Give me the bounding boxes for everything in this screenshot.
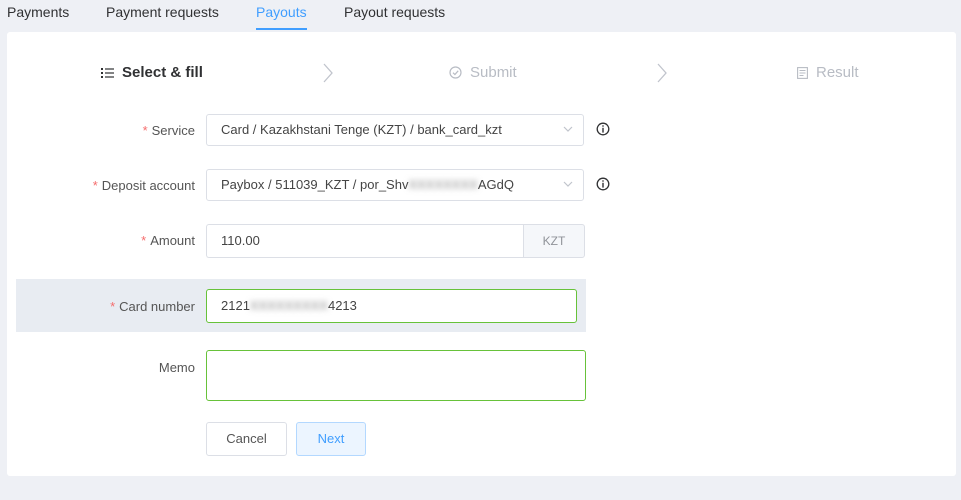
tab-payout-requests[interactable]: Payout requests [344, 4, 445, 30]
card-number-input[interactable]: 2121XXXXXXXXX4213 [206, 289, 577, 323]
memo-label: Memo [158, 360, 195, 375]
tab-payment-requests[interactable]: Payment requests [106, 4, 219, 30]
required-mark: * [141, 233, 147, 248]
deposit-account-label: * Deposit account [92, 178, 195, 193]
card-number-label: * Card number [110, 299, 195, 314]
deposit-account-select[interactable]: Paybox / 511039_KZT / por_ShvXXXXXXXXAGd… [206, 169, 584, 201]
check-circle-icon [449, 66, 462, 79]
chevron-right-icon [323, 63, 333, 83]
document-icon [797, 66, 808, 79]
step-label: Select & fill [122, 64, 203, 81]
info-icon[interactable] [596, 122, 610, 136]
amount-label: * Amount [141, 233, 195, 248]
tab-payouts[interactable]: Payouts [256, 4, 307, 30]
redacted-text: XXXXXXXXX [249, 298, 328, 313]
steps-bar: Select & fill Submit Result [7, 32, 956, 112]
cancel-button[interactable]: Cancel [206, 422, 287, 456]
payout-form-card: Select & fill Submit Result * Service Ca… [7, 32, 956, 476]
tabs-bar: Payments Payment requests Payouts Payout… [0, 0, 961, 30]
info-icon[interactable] [596, 177, 610, 191]
step-result: Result [797, 64, 859, 81]
required-mark: * [92, 178, 98, 193]
list-icon [101, 67, 114, 79]
required-mark: * [110, 299, 116, 314]
step-label: Submit [470, 64, 517, 81]
required-mark: * [142, 123, 148, 138]
chevron-right-icon [657, 63, 667, 83]
step-submit: Submit [449, 64, 517, 81]
chevron-down-icon [563, 181, 573, 187]
tab-payments[interactable]: Payments [7, 4, 69, 30]
amount-input[interactable]: 110.00 [206, 224, 524, 258]
chevron-down-icon [563, 126, 573, 132]
currency-suffix: KZT [523, 224, 585, 258]
service-label: * Service [142, 123, 195, 138]
next-button[interactable]: Next [296, 422, 366, 456]
memo-textarea[interactable] [206, 350, 586, 401]
redacted-text: XXXXXXXX [408, 177, 478, 192]
service-select[interactable]: Card / Kazakhstani Tenge (KZT) / bank_ca… [206, 114, 584, 146]
step-select-fill: Select & fill [101, 64, 203, 81]
step-label: Result [816, 64, 859, 81]
